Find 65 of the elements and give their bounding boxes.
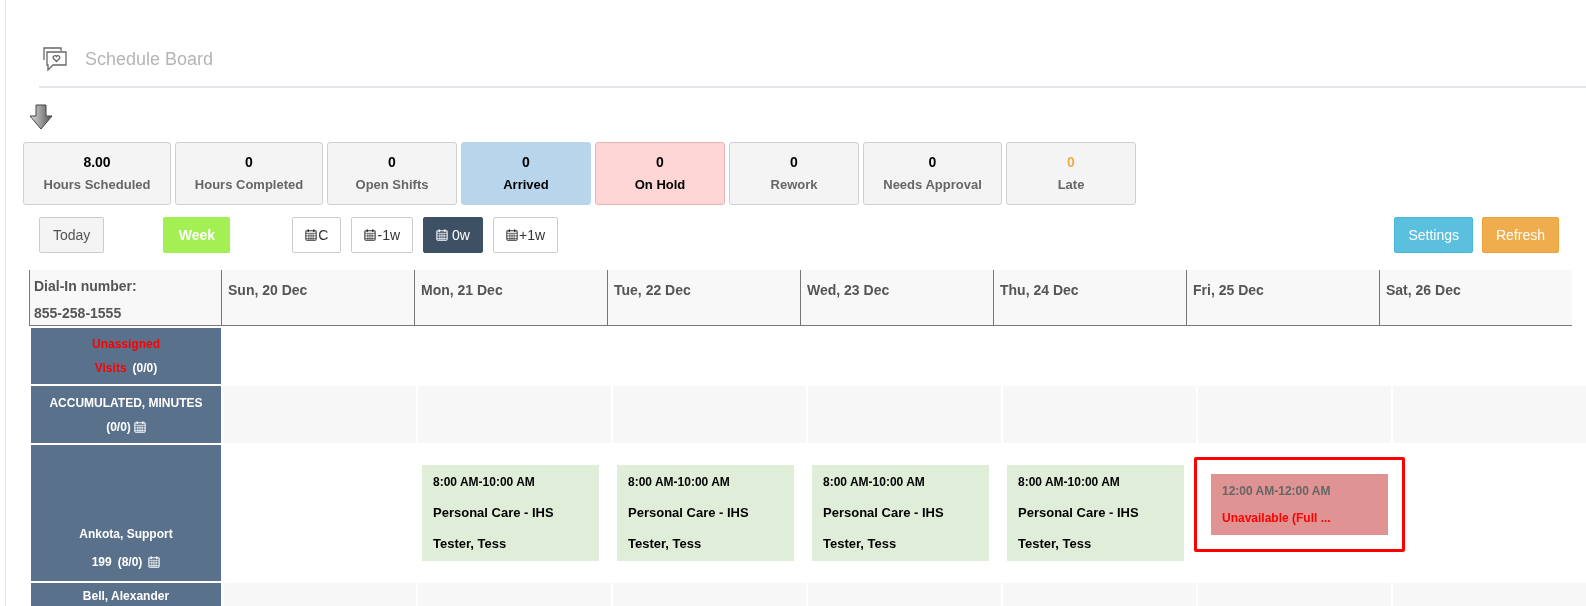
dial-in-text: 855-258-1555	[34, 304, 123, 323]
worker-name[interactable]: Ankota, Support	[79, 525, 173, 543]
calendar-icon	[133, 420, 146, 433]
stat-label: On Hold	[634, 176, 686, 195]
stat-label: Hours Completed	[194, 176, 304, 195]
visit-client: Tester, Tess	[433, 534, 508, 553]
stat-label: Hours Scheduled	[43, 176, 151, 195]
visit-card[interactable]: 8:00 AM-10:00 AM Personal Care - IHS Tester, Tess	[812, 465, 989, 561]
dial-in-text: Dial-In number:	[34, 277, 138, 296]
day-label: Thu, 24 Dec	[1000, 282, 1079, 298]
calendar-icon	[148, 556, 161, 568]
worker-name[interactable]: Bell, Alexander	[82, 587, 170, 605]
calendar-icon	[505, 229, 518, 241]
row-title: ACCUMULATED, MINUTES	[49, 394, 203, 412]
visit-client: Tester, Tess	[628, 534, 703, 553]
unavailable-label: Unavailable (Full ...	[1222, 509, 1332, 527]
day-label: Wed, 23 Dec	[807, 282, 890, 298]
stat-value: 8.00	[83, 153, 111, 173]
day-label: Sat, 26 Dec	[1386, 282, 1461, 298]
stat-value: 0	[388, 153, 396, 173]
stat-value: 0	[522, 153, 530, 173]
stat-label: Arrived	[503, 176, 549, 195]
day-label: Sun, 20 Dec	[228, 282, 308, 298]
day-label: Tue, 22 Dec	[614, 282, 691, 298]
calendar-icon	[364, 229, 377, 241]
day-label: Mon, 21 Dec	[421, 282, 503, 298]
stat-label: Open Shifts	[355, 176, 429, 195]
stat-value: 0	[245, 153, 253, 173]
count-text: (0/0)	[106, 418, 131, 436]
visit-time: 8:00 AM-10:00 AM	[823, 474, 926, 491]
visit-service: Personal Care - IHS	[628, 503, 750, 522]
count-text: (0/0)	[132, 360, 158, 377]
week-nav-button[interactable]: -1w	[351, 217, 414, 253]
week-nav-button[interactable]: C	[292, 217, 342, 253]
stat-label: Needs Approval	[883, 176, 982, 195]
today-button[interactable]: Today	[39, 217, 105, 253]
stat-label: Late	[1057, 176, 1085, 195]
unavailable-time: 12:00 AM-12:00 AM	[1222, 482, 1332, 500]
visit-service: Personal Care - IHS	[1018, 503, 1140, 522]
visit-time: 8:00 AM-10:00 AM	[433, 474, 536, 491]
week-nav-button[interactable]: +1w	[492, 217, 559, 253]
visit-card[interactable]: 8:00 AM-10:00 AM Personal Care - IHS Tester, Tess	[1007, 465, 1184, 561]
visit-time: 8:00 AM-10:00 AM	[628, 474, 731, 491]
stat-value: 0	[928, 153, 937, 173]
count-text: (8/0)	[117, 554, 143, 571]
visit-card[interactable]: 8:00 AM-10:00 AM Personal Care - IHS Tester, Tess	[617, 465, 794, 561]
calendar-icon	[436, 229, 449, 241]
visit-client: Tester, Tess	[823, 534, 898, 553]
stat-value: 0	[790, 153, 798, 173]
page-title: Schedule Board	[85, 47, 214, 71]
visit-service: Personal Care - IHS	[823, 503, 945, 522]
stat-value: 0	[1067, 153, 1075, 173]
worker-id: 199	[91, 554, 112, 571]
unassigned-label: Unassigned	[92, 336, 160, 353]
calendar-icon	[305, 229, 318, 241]
visit-client: Tester, Tess	[1018, 534, 1093, 553]
down-arrow-icon[interactable]	[29, 104, 53, 130]
day-label: Fri, 25 Dec	[1193, 282, 1264, 298]
visit-time: 8:00 AM-10:00 AM	[1018, 474, 1121, 491]
week-nav-button[interactable]: 0w	[423, 217, 483, 253]
visit-card[interactable]: 8:00 AM-10:00 AM Personal Care - IHS Tester, Tess	[422, 465, 599, 561]
stat-label: Rework	[770, 176, 818, 195]
unassigned-label: Visits	[94, 360, 127, 377]
visit-service: Personal Care - IHS	[433, 503, 555, 522]
stat-value: 0	[656, 153, 664, 173]
